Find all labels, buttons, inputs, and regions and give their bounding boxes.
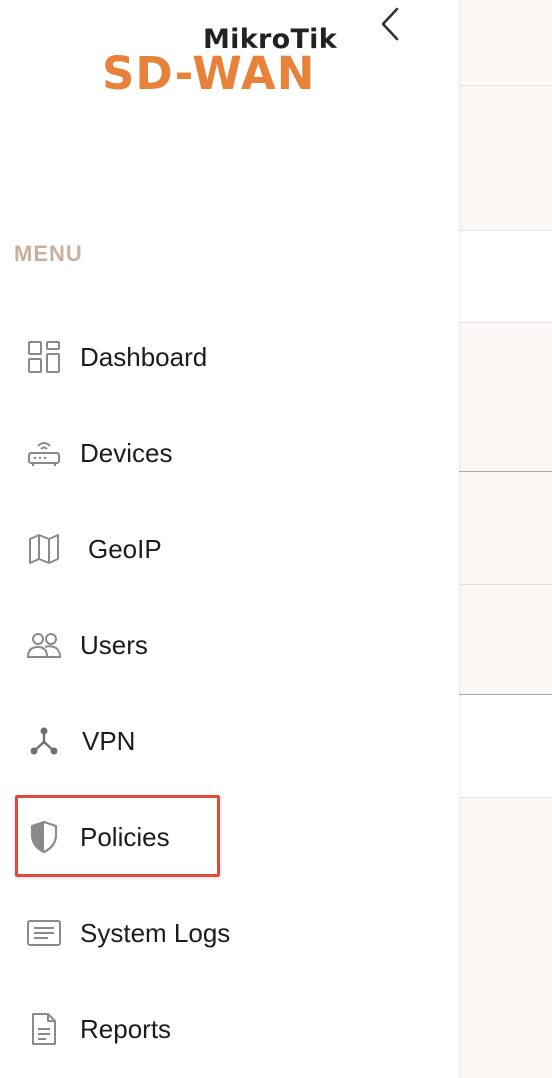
network-branch-icon [24, 721, 64, 761]
sidebar-item-label: System Logs [80, 917, 231, 948]
sidebar-item-reports[interactable]: Reports [14, 999, 434, 1059]
document-icon [24, 1009, 64, 1049]
divider [459, 230, 552, 231]
divider [459, 584, 552, 585]
router-icon [24, 433, 64, 473]
sidebar-item-policies[interactable]: Policies [14, 807, 434, 867]
chevron-left-icon [381, 7, 399, 41]
divider [459, 322, 552, 323]
sidebar-item-devices[interactable]: Devices [14, 423, 434, 483]
sidebar: MikroTik SD-WAN MENU Dashboard Devices G… [0, 0, 459, 1078]
shield-icon [24, 817, 64, 857]
logo-sdwan-text: SD-WAN [102, 47, 316, 100]
divider [459, 471, 552, 472]
sidebar-item-label: Reports [80, 1013, 172, 1044]
users-icon [24, 625, 64, 665]
sidebar-item-label: GeoIP [88, 533, 162, 564]
logs-icon [24, 913, 64, 953]
sidebar-item-label: VPN [82, 725, 136, 756]
sidebar-item-label: Dashboard [80, 341, 208, 372]
menu-heading: MENU [14, 241, 83, 266]
collapse-sidebar-button[interactable] [376, 6, 404, 42]
divider [459, 85, 552, 86]
sidebar-item-label: Policies [80, 821, 170, 852]
main-content-background [459, 0, 552, 1078]
sidebar-item-users[interactable]: Users [14, 615, 434, 675]
content-panel [459, 694, 552, 798]
sidebar-item-label: Users [80, 629, 148, 660]
sidebar-item-dashboard[interactable]: Dashboard [14, 327, 434, 387]
map-icon [24, 529, 64, 569]
sidebar-item-vpn[interactable]: VPN [14, 711, 434, 771]
divider [459, 797, 552, 798]
sidebar-item-geoip[interactable]: GeoIP [14, 519, 434, 579]
dashboard-grid-icon [24, 337, 64, 377]
sidebar-item-system-logs[interactable]: System Logs [14, 903, 434, 963]
content-panel [459, 230, 552, 323]
brand-logo[interactable]: MikroTik SD-WAN [100, 24, 345, 104]
sidebar-item-label: Devices [80, 437, 173, 468]
divider [459, 694, 552, 695]
